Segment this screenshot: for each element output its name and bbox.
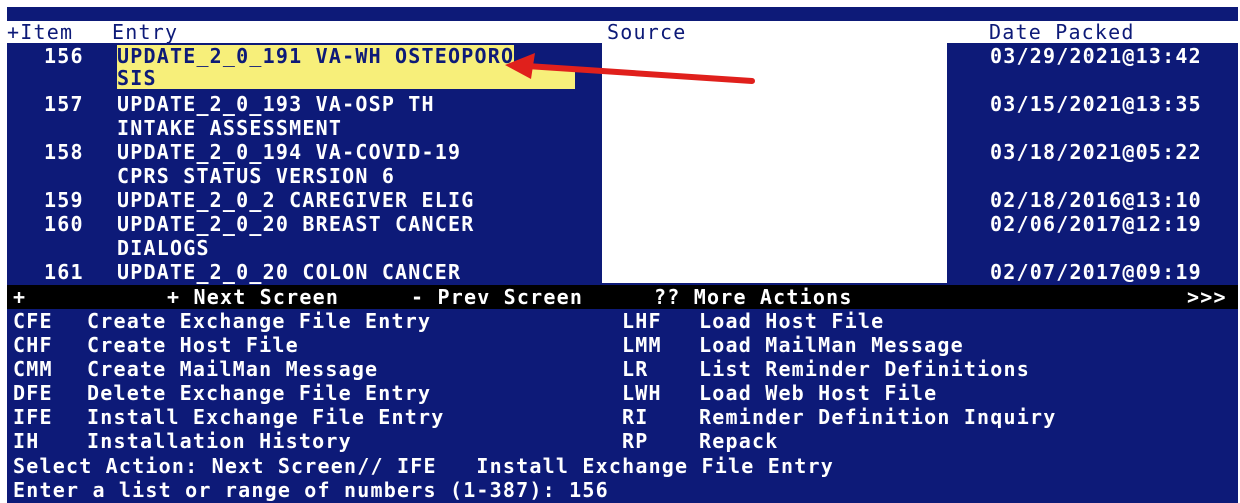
- row-entry-cont[interactable]: INTAKE ASSESSMENT: [117, 117, 342, 139]
- number-entry-prompt[interactable]: Enter a list or range of numbers (1-387)…: [13, 479, 609, 501]
- action-label[interactable]: Repack: [699, 430, 778, 452]
- row-number[interactable]: 158: [44, 141, 84, 163]
- row-entry[interactable]: UPDATE_2_0_20 BREAST CANCER: [117, 213, 475, 235]
- more-indicator: >>>: [1187, 285, 1227, 309]
- action-code[interactable]: IFE: [13, 406, 53, 428]
- column-header: +Item Entry Source Date Packed: [7, 21, 1238, 43]
- row-entry-cont[interactable]: CPRS STATUS VERSION 6: [117, 165, 395, 187]
- action-code[interactable]: DFE: [13, 382, 53, 404]
- more-actions-action[interactable]: ?? More Actions: [654, 286, 853, 308]
- row-entry-highlighted[interactable]: UPDATE_2_0_191 VA-WH OSTEOPORO: [117, 45, 515, 67]
- action-label[interactable]: Reminder Definition Inquiry: [699, 406, 1057, 428]
- action-label[interactable]: Installation History: [87, 430, 352, 452]
- action-code[interactable]: LMM: [622, 334, 662, 356]
- row-number[interactable]: 161: [44, 261, 84, 283]
- action-code[interactable]: RI: [622, 406, 648, 428]
- row-entry[interactable]: UPDATE_2_0_2 CAREGIVER ELIG: [117, 189, 475, 211]
- action-code[interactable]: CHF: [13, 334, 53, 356]
- action-label[interactable]: Install Exchange File Entry: [87, 406, 445, 428]
- action-label[interactable]: List Reminder Definitions: [699, 358, 1030, 380]
- action-label[interactable]: Create Exchange File Entry: [87, 310, 431, 332]
- action-code[interactable]: LR: [622, 358, 648, 380]
- row-number[interactable]: 156: [44, 45, 84, 67]
- row-number[interactable]: 159: [44, 189, 84, 211]
- row-date: 03/15/2021@13:35: [990, 92, 1202, 116]
- header-date-packed: Date Packed: [989, 20, 1135, 44]
- action-code[interactable]: LWH: [622, 382, 662, 404]
- terminal-screen: +Item Entry Source Date Packed 156 UPDAT…: [7, 7, 1238, 503]
- row-date: 02/18/2016@13:10: [990, 188, 1202, 212]
- row-date: 03/18/2021@05:22: [990, 140, 1202, 164]
- header-item: +Item: [7, 20, 74, 44]
- action-label[interactable]: Load Web Host File: [699, 382, 937, 404]
- row-entry[interactable]: UPDATE_2_0_20 COLON CANCER: [117, 261, 461, 283]
- row-entry[interactable]: UPDATE_2_0_193 VA-OSP TH: [117, 93, 435, 115]
- action-label[interactable]: Create MailMan Message: [87, 358, 378, 380]
- action-code[interactable]: CFE: [13, 310, 53, 332]
- action-label[interactable]: Delete Exchange File Entry: [87, 382, 431, 404]
- next-screen-action[interactable]: + Next Screen: [167, 286, 339, 308]
- action-label[interactable]: Load MailMan Message: [699, 334, 964, 356]
- navigation-bar: + + Next Screen - Prev Screen ?? More Ac…: [7, 285, 1238, 309]
- header-source: Source: [607, 20, 687, 44]
- action-code[interactable]: RP: [622, 430, 648, 452]
- row-date: 02/07/2017@09:19: [990, 260, 1202, 284]
- prev-screen-action[interactable]: - Prev Screen: [411, 286, 583, 308]
- action-label[interactable]: Load Host File: [699, 310, 884, 332]
- action-code[interactable]: LHF: [622, 310, 662, 332]
- row-number[interactable]: 160: [44, 213, 84, 235]
- action-code[interactable]: IH: [13, 430, 39, 452]
- action-code[interactable]: CMM: [13, 358, 53, 380]
- row-date: 03/29/2021@13:42: [990, 44, 1202, 68]
- row-entry-cont[interactable]: DIALOGS: [117, 237, 210, 259]
- red-arrow-annotation: [505, 53, 755, 84]
- scroll-indicator: +: [13, 285, 27, 309]
- header-entry: Entry: [112, 20, 179, 44]
- row-number[interactable]: 157: [44, 93, 84, 115]
- row-date: 02/06/2017@12:19: [990, 212, 1202, 236]
- select-action-prompt[interactable]: Select Action: Next Screen// IFE Install…: [13, 455, 834, 477]
- row-entry[interactable]: UPDATE_2_0_194 VA-COVID-19: [117, 141, 461, 163]
- action-label[interactable]: Create Host File: [87, 334, 299, 356]
